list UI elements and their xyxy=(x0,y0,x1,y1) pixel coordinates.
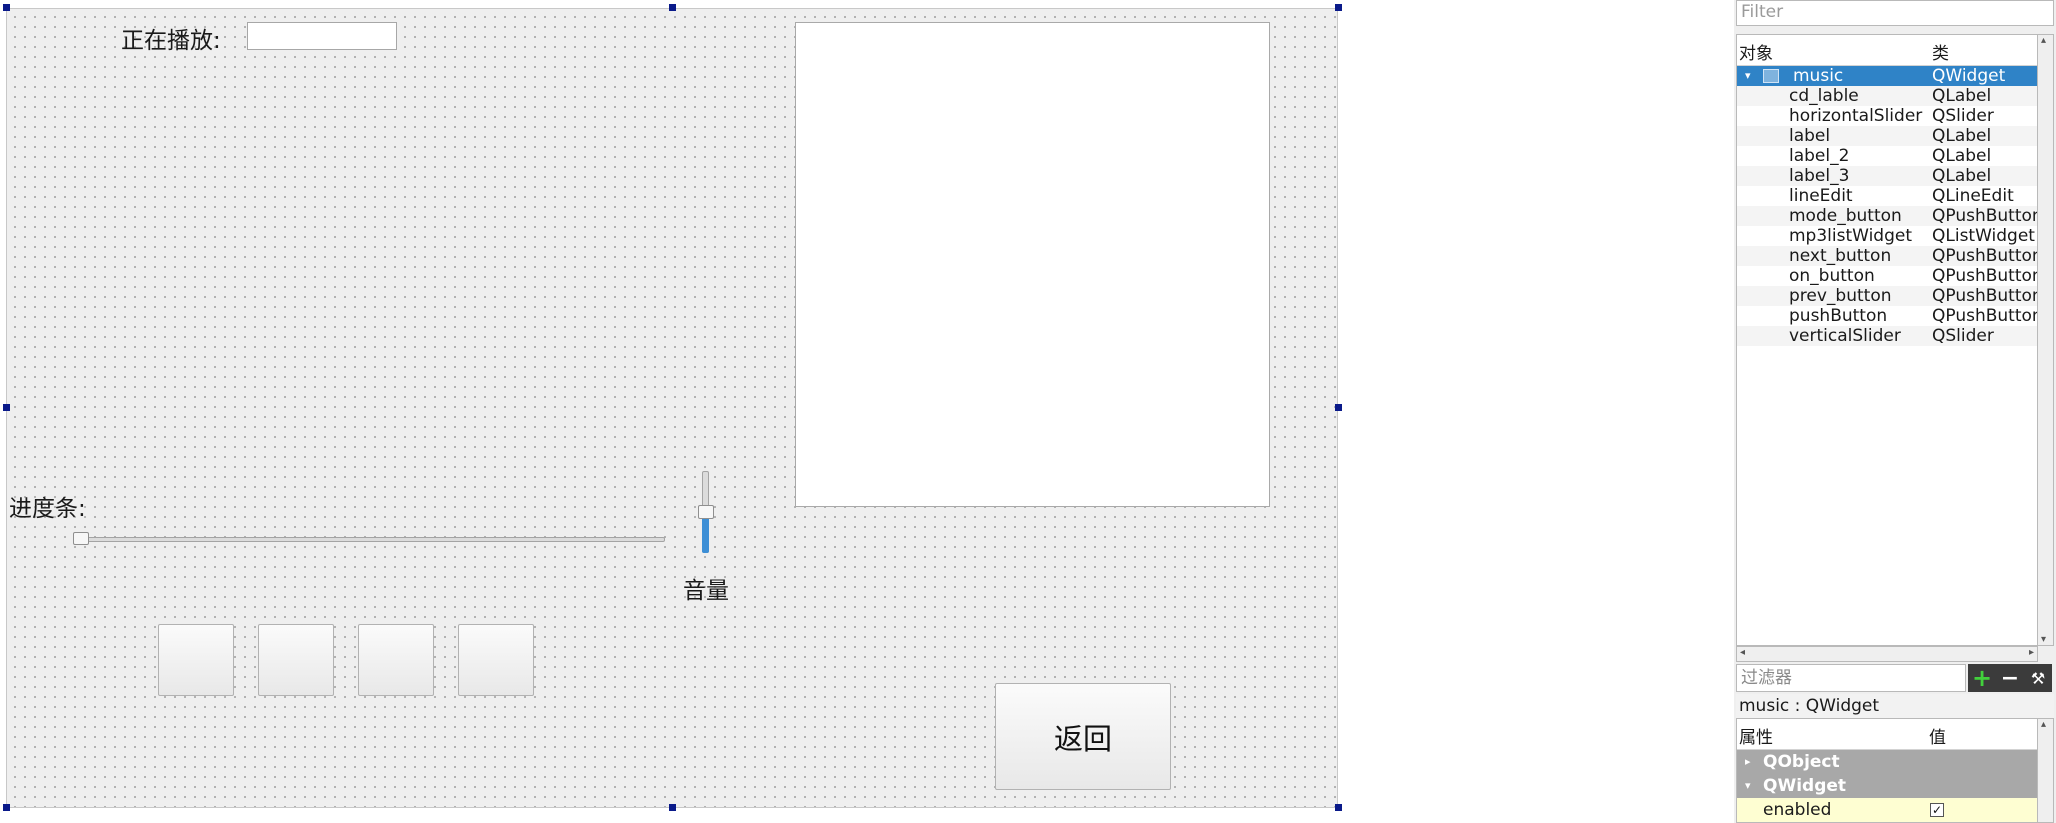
tree-row[interactable]: on_button QPushButton xyxy=(1737,266,2037,286)
property-group-qobject[interactable]: ▸ QObject xyxy=(1737,750,2037,774)
object-column-header[interactable]: 对象 xyxy=(1739,39,1773,64)
property-row-enabled[interactable]: enabled ✓ xyxy=(1737,798,2037,822)
tree-object-name: label xyxy=(1789,126,1831,146)
resize-handle-bl[interactable] xyxy=(3,804,10,811)
resize-handle-tm[interactable] xyxy=(669,4,676,11)
tree-row[interactable]: prev_button QPushButton xyxy=(1737,286,2037,306)
now-playing-line-edit[interactable] xyxy=(247,22,397,50)
property-column-header[interactable]: 属性 xyxy=(1739,723,1773,748)
tree-row[interactable]: cd_lable QLabel xyxy=(1737,86,2037,106)
prev-button[interactable] xyxy=(258,624,334,696)
tree-class-name: QListWidget xyxy=(1932,226,2035,246)
designer-side-panel: Filter 对象 类 ▾ music QWidget cd_lable QLabel h… xyxy=(1734,0,2056,823)
tree-class-name: QLabel xyxy=(1932,86,1992,106)
collapse-arrow-icon[interactable]: ▾ xyxy=(1745,66,1751,86)
tree-row[interactable]: next_button QPushButton xyxy=(1737,246,2037,266)
object-tree-vscrollbar[interactable]: ▴ ▾ xyxy=(2038,34,2054,646)
tree-object-name: on_button xyxy=(1789,266,1875,286)
property-name: enabled xyxy=(1763,800,1832,820)
tree-class-name: QLineEdit xyxy=(1932,186,2014,206)
volume-slider-handle[interactable] xyxy=(698,505,714,519)
configure-wrench-icon[interactable]: ⚒ xyxy=(2024,664,2052,692)
scroll-down-arrow-icon[interactable]: ▾ xyxy=(2041,634,2046,645)
property-table-header: 属性 值 xyxy=(1737,719,2037,750)
tree-object-name: verticalSlider xyxy=(1789,326,1901,346)
tree-class-name: QLabel xyxy=(1932,146,1992,166)
tree-row[interactable]: mode_button QPushButton xyxy=(1737,206,2037,226)
property-table-vscrollbar[interactable]: ▴ xyxy=(2038,718,2054,823)
tree-row[interactable]: label_3 QLabel xyxy=(1737,166,2037,186)
widget-icon xyxy=(1763,69,1779,83)
scroll-left-arrow-icon[interactable]: ◂ xyxy=(1740,647,1745,658)
designer-form-canvas[interactable]: 正在播放: 进度条: 音量 返回 xyxy=(6,8,1338,808)
tree-row[interactable]: pushButton QPushButton xyxy=(1737,306,2037,326)
tree-row[interactable]: label_2 QLabel xyxy=(1737,146,2037,166)
tree-row[interactable]: verticalSlider QSlider xyxy=(1737,326,2037,346)
value-column-header[interactable]: 值 xyxy=(1929,723,1946,748)
resize-handle-tl[interactable] xyxy=(3,4,10,11)
progress-slider-handle[interactable] xyxy=(73,532,89,545)
collapse-arrow-icon[interactable]: ▾ xyxy=(1745,774,1751,798)
resize-handle-br[interactable] xyxy=(1335,804,1342,811)
tree-class-name: QLabel xyxy=(1932,166,1992,186)
tree-class-name: QLabel xyxy=(1932,126,1992,146)
tree-row[interactable]: mp3listWidget QListWidget xyxy=(1737,226,2037,246)
tree-row-root[interactable]: ▾ music QWidget xyxy=(1737,66,2037,86)
tree-class-name: QWidget xyxy=(1932,66,2006,86)
tree-row[interactable]: label QLabel xyxy=(1737,126,2037,146)
tree-row[interactable]: lineEdit QLineEdit xyxy=(1737,186,2037,206)
tree-object-name: next_button xyxy=(1789,246,1892,266)
tree-object-name: prev_button xyxy=(1789,286,1892,306)
resize-handle-ml[interactable] xyxy=(3,404,10,411)
resize-handle-mr[interactable] xyxy=(1335,404,1342,411)
tree-class-name: QPushButton xyxy=(1932,206,2038,226)
property-editor-table[interactable]: 属性 值 ▸ QObject ▾ QWidget enabled ✓ xyxy=(1736,718,2038,823)
tree-row[interactable]: horizontalSlider QSlider xyxy=(1737,106,2037,126)
add-property-icon[interactable]: + xyxy=(1968,664,1996,692)
scroll-up-arrow-icon[interactable]: ▴ xyxy=(2041,719,2046,730)
resize-handle-bm[interactable] xyxy=(669,804,676,811)
object-tree-hscrollbar[interactable]: ◂ ▸ xyxy=(1736,646,2038,662)
volume-label: 音量 xyxy=(683,578,729,604)
mode-button[interactable] xyxy=(158,624,234,696)
object-filter-input[interactable]: Filter xyxy=(1736,0,2054,26)
next-button[interactable] xyxy=(458,624,534,696)
tree-object-name: lineEdit xyxy=(1789,186,1853,206)
tree-object-name: horizontalSlider xyxy=(1789,106,1923,126)
tree-object-name: label_3 xyxy=(1789,166,1850,186)
class-column-header[interactable]: 类 xyxy=(1932,39,1949,64)
property-group-qwidget[interactable]: ▾ QWidget xyxy=(1737,774,2037,798)
mp3-list-widget[interactable] xyxy=(795,22,1270,507)
back-button[interactable]: 返回 xyxy=(995,683,1171,790)
enabled-checkbox[interactable]: ✓ xyxy=(1930,803,1944,817)
property-filter-input[interactable]: 过滤器 xyxy=(1736,664,1966,692)
object-inspector-tree[interactable]: 对象 类 ▾ music QWidget cd_lable QLabel horizont… xyxy=(1736,34,2038,646)
tree-class-name: QSlider xyxy=(1932,106,1994,126)
tree-object-name: label_2 xyxy=(1789,146,1850,166)
progress-slider-track[interactable] xyxy=(77,537,665,542)
remove-property-icon[interactable]: − xyxy=(1996,664,2024,692)
property-editor-title: music : QWidget xyxy=(1736,694,2054,718)
tree-class-name: QPushButton xyxy=(1932,286,2038,306)
tree-object-name: pushButton xyxy=(1789,306,1888,326)
scroll-right-arrow-icon[interactable]: ▸ xyxy=(2029,647,2034,658)
tree-object-name: mode_button xyxy=(1789,206,1902,226)
resize-handle-tr[interactable] xyxy=(1335,4,1342,11)
scroll-up-arrow-icon[interactable]: ▴ xyxy=(2041,35,2046,46)
tree-class-name: QPushButton xyxy=(1932,306,2038,326)
tree-object-name: music xyxy=(1793,66,1844,86)
volume-slider-fill xyxy=(702,519,709,553)
tree-object-name: mp3listWidget xyxy=(1789,226,1913,246)
tree-class-name: QPushButton xyxy=(1932,266,2038,286)
object-tree-header: 对象 类 xyxy=(1737,35,2037,66)
now-playing-label: 正在播放: xyxy=(121,28,221,54)
on-button[interactable] xyxy=(358,624,434,696)
expand-arrow-icon[interactable]: ▸ xyxy=(1745,750,1751,774)
tree-class-name: QPushButton xyxy=(1932,246,2038,266)
tree-class-name: QSlider xyxy=(1932,326,1994,346)
progress-label: 进度条: xyxy=(9,496,86,522)
tree-object-name: cd_lable xyxy=(1789,86,1859,106)
